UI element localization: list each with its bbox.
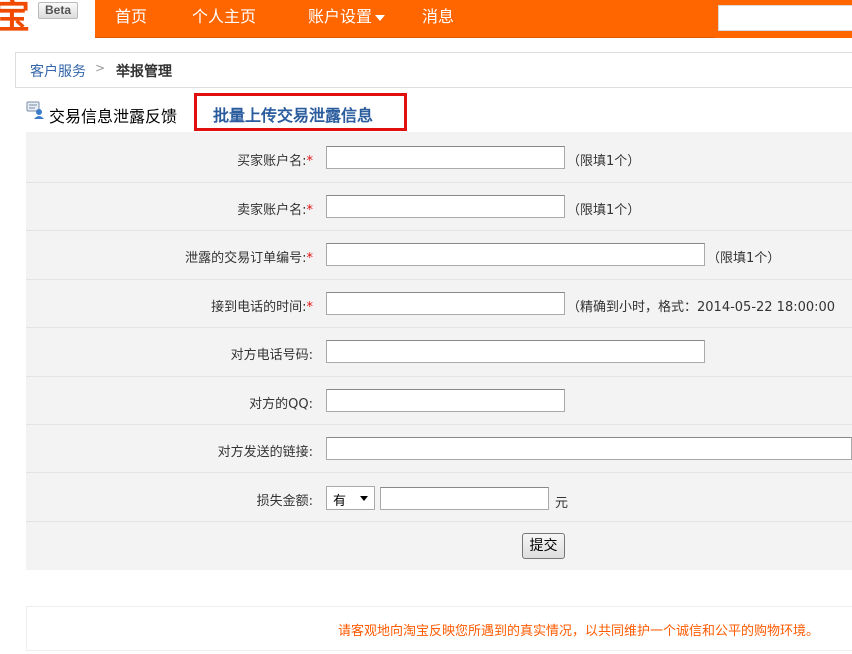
breadcrumb-current: 举报管理 [116, 64, 172, 80]
main-nav: 首页 个人主页 账户设置 消息 [95, 0, 715, 38]
row-divider [26, 424, 852, 425]
dropdown-arrow-icon [360, 496, 368, 501]
submit-button[interactable]: 提交 [522, 533, 565, 559]
loss-amount-label: 损失金额: [256, 494, 313, 509]
beta-badge: Beta [38, 2, 78, 19]
breadcrumb: 客户服务 > 举报管理 [15, 52, 852, 88]
currency-unit: 元 [555, 496, 569, 511]
sent-link-label: 对方发送的链接: [217, 445, 313, 460]
nav-messages[interactable]: 消息 [422, 0, 454, 36]
tab-batch-upload[interactable]: 批量上传交易泄露信息 [213, 102, 373, 126]
top-header: 宝 Beta 首页 个人主页 账户设置 消息 [0, 0, 852, 38]
caller-qq-label: 对方的QQ: [249, 397, 313, 412]
order-number-input[interactable] [326, 243, 705, 266]
logo-glyph: 宝 [0, 0, 31, 37]
row-divider [26, 521, 852, 522]
order-number-label: 泄露的交易订单编号:* [185, 251, 313, 266]
row-divider [26, 327, 852, 328]
nav-profile[interactable]: 个人主页 [192, 0, 256, 36]
loss-amount-input[interactable] [380, 487, 549, 510]
loss-select-value: 有 [333, 494, 347, 509]
nav-account-settings-label: 账户设置 [308, 7, 373, 26]
buyer-account-input[interactable] [326, 146, 565, 169]
seller-account-label: 卖家账户名:* [237, 203, 313, 218]
call-time-hint: （精确到小时，格式：2014-05-22 18:00:00 [567, 300, 836, 315]
breadcrumb-separator-icon: > [95, 61, 106, 75]
chevron-down-icon [375, 14, 386, 21]
notice-text: 请客观地向淘宝反映您所遇到的真实情况，以共同维护一个诚信和公平的购物环境。 [337, 624, 819, 639]
call-time-input[interactable] [326, 292, 565, 315]
seller-account-hint: （限填1个） [567, 203, 641, 218]
feedback-icon [26, 101, 44, 119]
nav-home[interactable]: 首页 [115, 0, 147, 36]
loss-select[interactable]: 有 [326, 486, 375, 510]
order-number-hint: （限填1个） [707, 251, 781, 266]
taobao-logo[interactable]: 宝 Beta [0, 0, 95, 38]
buyer-account-hint: （限填1个） [567, 154, 641, 169]
seller-account-input[interactable] [326, 195, 565, 218]
row-divider [26, 182, 852, 183]
call-time-label: 接到电话的时间:* [211, 300, 313, 315]
tab-leak-feedback[interactable]: 交易信息泄露反馈 [49, 103, 177, 127]
row-divider [26, 279, 852, 280]
nav-account-settings[interactable]: 账户设置 [308, 0, 386, 36]
breadcrumb-customer-service[interactable]: 客户服务 [30, 61, 86, 81]
row-divider [26, 472, 852, 473]
search-input[interactable] [718, 5, 852, 31]
sent-link-input[interactable] [326, 437, 852, 460]
caller-qq-input[interactable] [326, 389, 565, 412]
row-divider [26, 376, 852, 377]
caller-phone-input[interactable] [326, 340, 705, 363]
row-divider [26, 230, 852, 231]
buyer-account-label: 买家账户名:* [237, 154, 313, 169]
caller-phone-label: 对方电话号码: [230, 348, 313, 363]
notice-box: 请客观地向淘宝反映您所遇到的真实情况，以共同维护一个诚信和公平的购物环境。 [26, 606, 852, 651]
